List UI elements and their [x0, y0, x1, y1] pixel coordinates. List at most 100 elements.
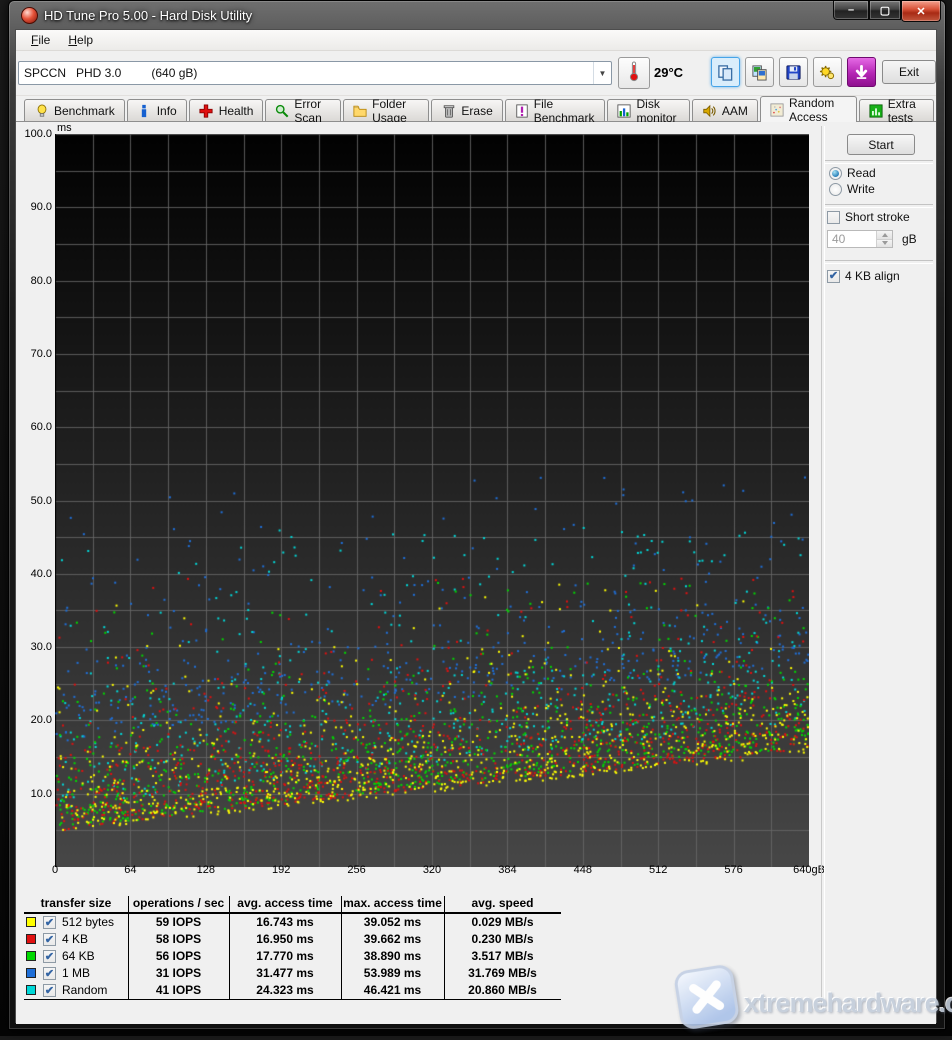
error-scan-icon — [275, 103, 289, 118]
avg-access-value: 17.770 ms — [229, 949, 341, 963]
panel-separator — [825, 260, 933, 264]
y-axis-tick-label: 80.0 — [16, 275, 52, 287]
x-axis-tick-label: 64 — [106, 864, 154, 876]
y-axis-tick-label: 40.0 — [16, 568, 52, 580]
title-bar[interactable]: HD Tune Pro 5.00 - Hard Disk Utility – ▢… — [9, 1, 945, 29]
avg-speed-value: 31.769 MB/s — [444, 966, 561, 980]
tab-error-scan[interactable]: Error Scan — [265, 99, 341, 121]
ops-value: 56 IOPS — [128, 949, 229, 963]
tab-label: Error Scan — [294, 97, 331, 125]
panel-divider — [821, 126, 825, 1010]
menu-file[interactable]: File — [22, 31, 59, 49]
series-label: Random — [62, 983, 107, 997]
kb-align-label: 4 KB align — [845, 269, 900, 283]
table-header: operations / sec — [128, 896, 229, 912]
temperature-button[interactable] — [618, 57, 650, 89]
tab-label: Benchmark — [54, 104, 115, 118]
ops-value: 31 IOPS — [128, 966, 229, 980]
tab-folder-usage[interactable]: Folder Usage — [343, 99, 429, 121]
options-button[interactable] — [813, 57, 842, 87]
write-radio[interactable] — [829, 183, 842, 196]
capacity-spinner[interactable]: 40 — [827, 230, 893, 248]
series-checkbox[interactable]: ✔ — [43, 933, 56, 946]
window-title: HD Tune Pro 5.00 - Hard Disk Utility — [44, 8, 252, 23]
series-checkbox[interactable]: ✔ — [43, 984, 56, 997]
y-axis-tick-label: 10.0 — [16, 788, 52, 800]
avg-access-value: 31.477 ms — [229, 966, 341, 980]
tab-file-benchmark[interactable]: File Benchmark — [505, 99, 606, 121]
file-benchmark-icon — [515, 103, 529, 118]
save-button[interactable] — [779, 57, 808, 87]
tab-label: Info — [157, 104, 177, 118]
spinner-down-button[interactable] — [877, 240, 892, 248]
x-axis-tick-label: 320 — [408, 864, 456, 876]
app-icon — [21, 7, 38, 24]
tab-random-access[interactable]: Random Access — [760, 96, 857, 122]
exit-button[interactable]: Exit — [882, 60, 936, 84]
tab-extra-tests[interactable]: Extra tests — [859, 99, 934, 121]
capacity-unit-label: gB — [902, 232, 917, 246]
x-axis-tick-label: 640gB — [785, 864, 833, 876]
tab-disk-monitor[interactable]: Disk monitor — [607, 99, 689, 121]
maximize-button[interactable]: ▢ — [869, 1, 901, 20]
x-axis-tick-label: 576 — [710, 864, 758, 876]
read-label: Read — [847, 166, 876, 180]
results-table: transfer sizeoperations / secavg. access… — [24, 896, 561, 1000]
tab-info[interactable]: Info — [127, 99, 187, 121]
options-icon — [819, 64, 836, 81]
series-checkbox[interactable]: ✔ — [43, 916, 56, 929]
close-button[interactable]: ✕ — [901, 1, 941, 22]
y-axis-tick-label: 70.0 — [16, 348, 52, 360]
table-bottom-border — [24, 999, 561, 1000]
start-button[interactable]: Start — [847, 134, 915, 155]
copy-button[interactable] — [711, 57, 740, 87]
series-checkbox[interactable]: ✔ — [43, 967, 56, 980]
avg-access-value: 24.323 ms — [229, 983, 341, 997]
short-stroke-checkbox[interactable] — [827, 211, 840, 224]
table-header: avg. access time — [229, 896, 341, 912]
read-radio[interactable] — [829, 167, 842, 180]
tabstrip: BenchmarkInfoHealthError ScanFolder Usag… — [16, 96, 936, 122]
tab-benchmark[interactable]: Benchmark — [24, 99, 125, 121]
series-checkbox[interactable]: ✔ — [43, 950, 56, 963]
benchmark-icon — [34, 103, 49, 118]
tab-aam[interactable]: AAM — [692, 99, 758, 121]
speaker-icon — [702, 103, 717, 118]
avg-speed-value: 0.230 MB/s — [444, 932, 561, 946]
panel-separator — [825, 160, 933, 164]
table-header: transfer size — [24, 896, 128, 912]
kb-align-checkbox[interactable]: ✔ — [827, 270, 840, 283]
y-axis-tick-label: 30.0 — [16, 641, 52, 653]
y-axis-tick-label: 50.0 — [16, 495, 52, 507]
avg-access-value: 16.950 ms — [229, 932, 341, 946]
tab-label: Erase — [461, 104, 492, 118]
y-axis-tick-label: 100.0 — [16, 128, 52, 140]
random-access-icon — [770, 102, 784, 117]
menu-help[interactable]: Help — [59, 31, 102, 49]
window-body: FileHelp SPCCN PHD 3.0 (640 gB) ▼ 29°C E… — [15, 29, 937, 1023]
download-button[interactable] — [847, 57, 876, 87]
spinner-up-button[interactable] — [877, 231, 892, 240]
y-axis-tick-label: 90.0 — [16, 201, 52, 213]
minimize-button[interactable]: – — [833, 1, 869, 20]
ops-value: 58 IOPS — [128, 932, 229, 946]
tab-label: Health — [219, 104, 254, 118]
random-access-page: ms 100.090.080.070.060.050.040.030.020.0… — [16, 122, 936, 1024]
erase-icon — [441, 103, 456, 118]
copy-image-button[interactable] — [745, 57, 774, 87]
ops-value: 59 IOPS — [128, 915, 229, 929]
x-axis-tick-label: 128 — [182, 864, 230, 876]
table-header: avg. speed — [444, 896, 561, 912]
x-axis-tick-label: 0 — [31, 864, 79, 876]
tab-erase[interactable]: Erase — [431, 99, 502, 121]
series-label: 512 bytes — [62, 915, 114, 929]
avg-speed-value: 20.860 MB/s — [444, 983, 561, 997]
x-axis-tick-label: 384 — [483, 864, 531, 876]
toolbar: SPCCN PHD 3.0 (640 gB) ▼ 29°C Exit — [16, 51, 936, 96]
table-header: max. access time — [341, 896, 444, 912]
thermometer-icon — [626, 60, 642, 87]
watermark-text: xtremehardware.com — [744, 988, 952, 1019]
drive-selector[interactable]: SPCCN PHD 3.0 (640 gB) ▼ — [18, 61, 612, 85]
table-row: ✔Random41 IOPS24.323 ms46.421 ms20.860 M… — [24, 982, 561, 999]
tab-health[interactable]: Health — [189, 99, 264, 121]
